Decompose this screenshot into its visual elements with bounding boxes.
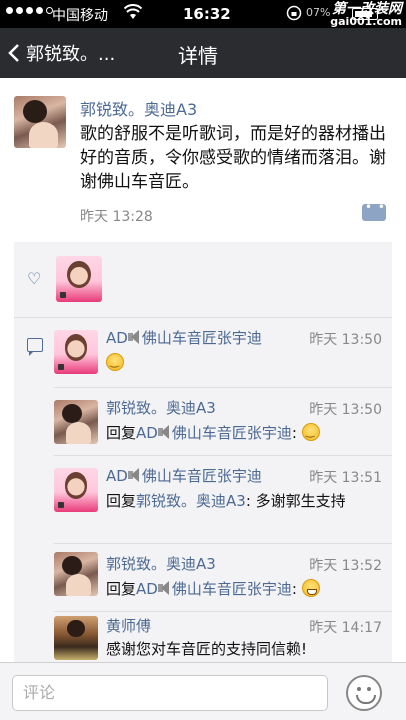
comment-time: 昨天 13:52	[309, 558, 382, 574]
chevron-left-icon	[8, 44, 19, 62]
comment-author[interactable]: 郭锐致。奥迪A3	[106, 397, 216, 418]
rotation-lock-icon	[286, 5, 302, 21]
post-content: 歌的舒服不是听歌词，而是好的器材播出好的音质，令你感受歌的情绪而落泪。谢谢佛山车…	[80, 124, 386, 192]
commenter-avatar[interactable]	[54, 330, 98, 374]
likes-row: ♡	[14, 242, 392, 318]
nav-bar: 郭锐致。... 详情	[0, 28, 406, 78]
reply-target[interactable]: 郭锐致。奥迪A3	[136, 492, 246, 510]
page-title: 详情	[178, 44, 218, 68]
comment-text	[106, 352, 376, 374]
comment-text: 回复郭锐致。奥迪A3: 多谢郭生支持	[106, 492, 346, 510]
comment-author[interactable]: 黄师傅	[106, 615, 151, 636]
comment-item[interactable]: AD 佛山车音匠张宇迪 昨天 13:50	[54, 318, 392, 388]
post-timestamp: 昨天 13:28	[80, 209, 153, 225]
comment-input[interactable]: 评论	[12, 675, 328, 711]
signal-strength-icon	[6, 7, 53, 14]
emoji-picker-icon[interactable]	[346, 675, 382, 711]
comment-time: 昨天 13:51	[309, 470, 382, 486]
carrier-name: 中国移动	[52, 8, 108, 24]
back-label: 郭锐致。...	[26, 44, 116, 65]
speaker-icon	[127, 467, 142, 483]
comment-author[interactable]: AD 佛山车音匠张宇迪	[106, 327, 262, 348]
comment-time: 昨天 13:50	[309, 402, 382, 418]
comment-author[interactable]: 郭锐致。奥迪A3	[106, 553, 216, 574]
comment-icon	[27, 338, 43, 356]
grin-emoji-icon	[301, 579, 320, 597]
likes-comments-panel: ♡ AD佛山车音匠张宇迪 昨天 13:50 郭锐致。奥迪A3 昨天 13:50 …	[14, 242, 392, 662]
speaker-icon	[157, 580, 172, 596]
smile-emoji-icon	[106, 353, 124, 371]
speaker-icon	[157, 424, 172, 440]
comment-item[interactable]: AD 佛山车音匠张宇迪 昨天 13:51 回复郭锐致。奥迪A3: 多谢郭生支持	[54, 456, 392, 544]
reply-target[interactable]: AD 佛山车音匠张宇迪	[136, 424, 292, 442]
liker-avatar[interactable]	[56, 256, 102, 302]
watermark-logo: 第一改装网 gai001.com	[330, 1, 402, 28]
comment-author[interactable]: AD 佛山车音匠张宇迪	[106, 465, 262, 486]
heart-icon: ♡	[27, 269, 42, 288]
comment-item[interactable]: 黄师傅 昨天 14:17 感谢您对车音匠的支持同信赖!	[54, 612, 392, 662]
battery-percent: 07%	[306, 6, 331, 19]
speaker-icon	[127, 329, 142, 345]
post-author-name[interactable]: 郭锐致。奥迪A3	[80, 96, 197, 120]
comment-time: 昨天 14:17	[309, 620, 382, 636]
commenter-avatar[interactable]	[54, 468, 98, 512]
commenter-avatar[interactable]	[54, 616, 98, 660]
clock: 16:32	[183, 5, 231, 23]
back-button[interactable]: 郭锐致。...	[8, 28, 115, 78]
moment-post: 郭锐致。奥迪A3 歌的舒服不是听歌词，而是好的器材播出好的音质，令你感受歌的情绪…	[0, 78, 406, 240]
comment-text: 感谢您对车音匠的支持同信赖!	[106, 640, 308, 658]
comment-time: 昨天 13:50	[309, 332, 382, 348]
comment-menu-button[interactable]	[362, 200, 386, 221]
comment-text: 回复AD 佛山车音匠张宇迪:	[106, 578, 376, 600]
smile-emoji-icon	[301, 423, 320, 441]
commenter-avatar[interactable]	[54, 400, 98, 444]
wifi-icon	[124, 4, 142, 19]
reply-target[interactable]: AD 佛山车音匠张宇迪	[136, 580, 292, 598]
comment-input-bar: 评论	[0, 662, 406, 720]
author-avatar[interactable]	[14, 96, 66, 148]
comment-item[interactable]: 郭锐致。奥迪A3 昨天 13:50 回复AD 佛山车音匠张宇迪:	[54, 388, 392, 456]
comment-item[interactable]: 郭锐致。奥迪A3 昨天 13:52 回复AD 佛山车音匠张宇迪:	[54, 544, 392, 612]
commenter-avatar[interactable]	[54, 552, 98, 596]
comment-text: 回复AD 佛山车音匠张宇迪:	[106, 422, 376, 444]
